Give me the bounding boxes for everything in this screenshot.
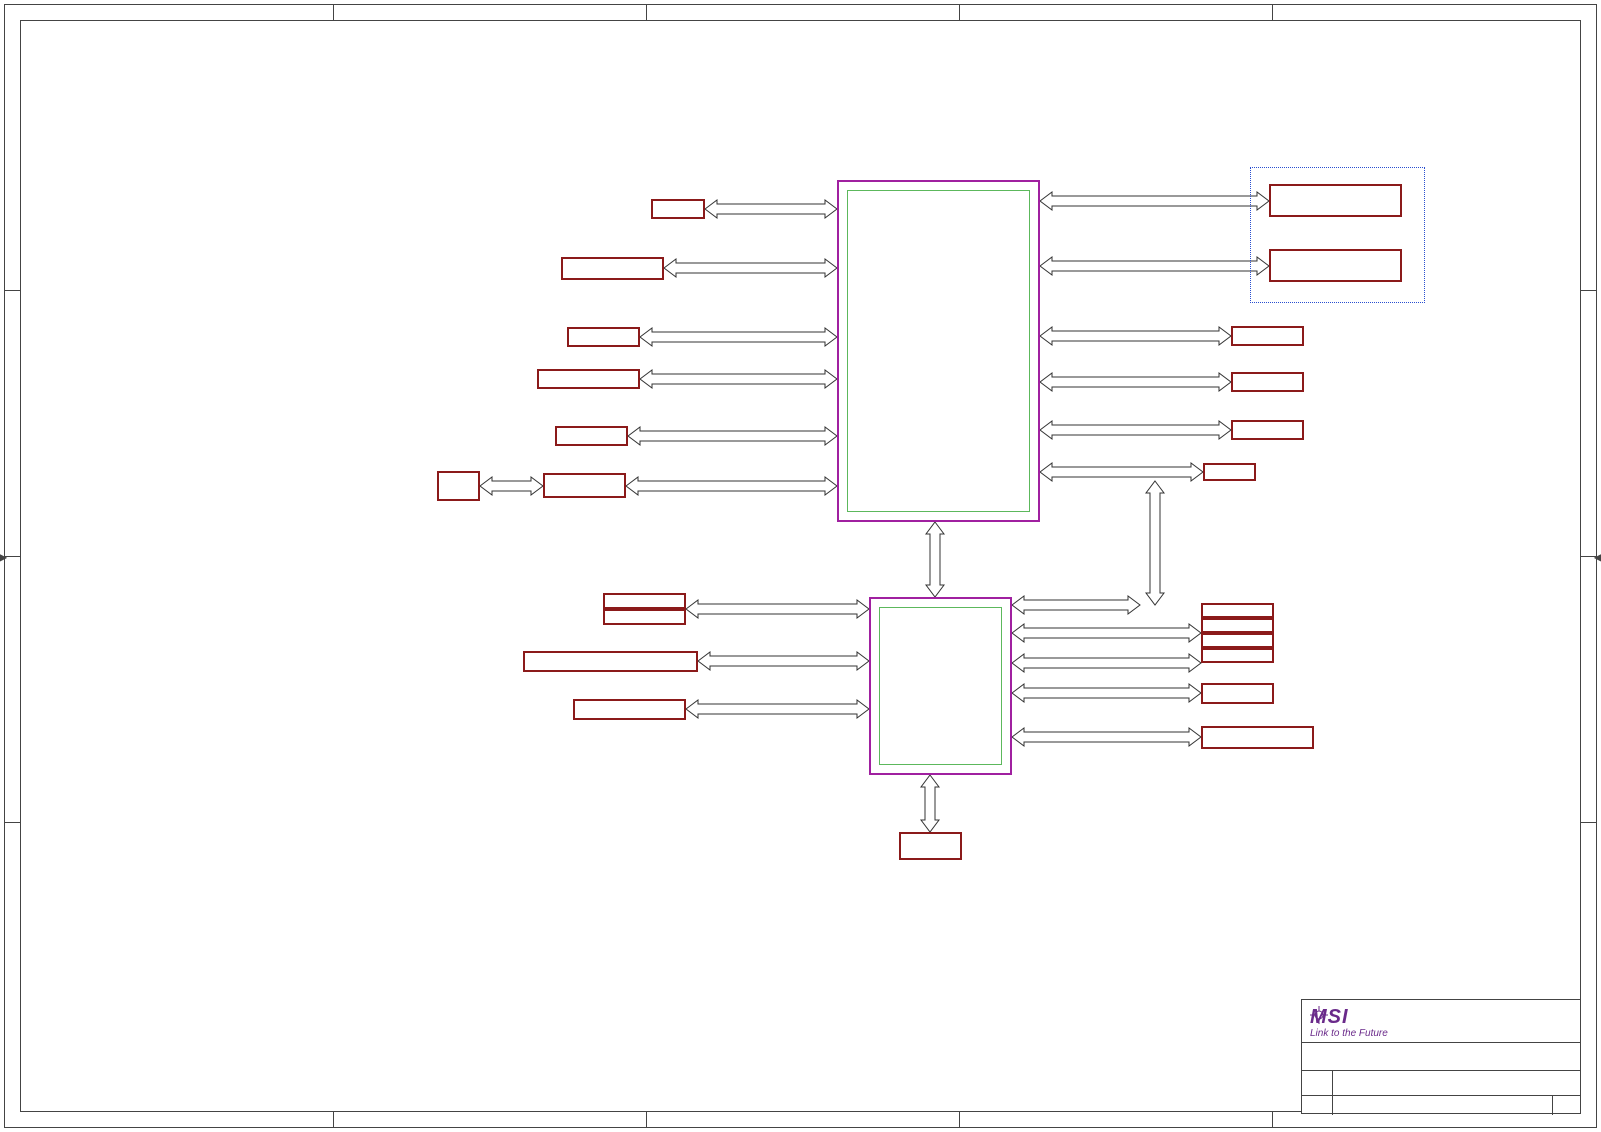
schematic-canvas: ▶ ◀ MSI Link to the Future: [0, 0, 1601, 1132]
box-l6b: [543, 473, 626, 498]
msi-logo: MSI: [1310, 1006, 1349, 1029]
bus-box-l6b-north-chip: [626, 477, 837, 495]
box-sr2: [1201, 683, 1274, 704]
box-sr1d: [1201, 648, 1274, 663]
bus-north-chip-box-r6: [1040, 463, 1203, 481]
south-chip: [869, 597, 1012, 775]
box-sl2: [523, 651, 698, 672]
bus-box-sl1a-south-chip: [686, 600, 869, 618]
box-sb: [899, 832, 962, 860]
bus-south-chip-box-sr-elbow: [1012, 596, 1140, 614]
box-l3: [567, 327, 640, 347]
box-r5: [1231, 420, 1304, 440]
box-r4: [1231, 372, 1304, 392]
bus-south-chip-box-sr2: [1012, 684, 1201, 702]
box-sl1b: [603, 609, 686, 625]
box-sr1c: [1201, 633, 1274, 648]
bus-north-chip-box-r4: [1040, 373, 1231, 391]
logo-tagline: Link to the Future: [1310, 1028, 1388, 1039]
box-r-slot1: [1269, 184, 1402, 217]
box-sl3: [573, 699, 686, 720]
bus-box-l6a-box-l6b: [480, 477, 543, 495]
box-r3: [1231, 326, 1304, 346]
bus-north-chip-box-r3: [1040, 327, 1231, 345]
box-sl1a: [603, 593, 686, 609]
box-r6: [1203, 463, 1256, 481]
box-l6a: [437, 471, 480, 501]
north-chip-die: [847, 190, 1030, 512]
bus-south-chip-box-sr1b: [1012, 654, 1201, 672]
box-sr1a: [1201, 603, 1274, 618]
bus-box-l1-north-chip: [705, 200, 837, 218]
title-block: MSI Link to the Future: [1301, 999, 1581, 1114]
bus-north-chip-box-r-slot1: [1040, 192, 1269, 210]
box-l1: [651, 199, 705, 219]
box-sr3: [1201, 726, 1314, 749]
bus-south-chip-box-sb: [921, 775, 939, 832]
bus-north-chip-box-r5: [1040, 421, 1231, 439]
msi-logo-icon: [1310, 1006, 1328, 1024]
box-l5: [555, 426, 628, 446]
bus-south-chip-box-sr1: [1012, 624, 1201, 642]
north-chip: [837, 180, 1040, 522]
bus-box-l4-north-chip: [640, 370, 837, 388]
bus-box-sl2-south-chip: [698, 652, 869, 670]
bus-north-chip-box-r-slot2: [1040, 257, 1269, 275]
bus-north-chip-south-chip: [926, 522, 944, 597]
bus-south-chip-box-sr-elbow-v: [1146, 481, 1164, 605]
box-l2: [561, 257, 664, 280]
box-sr1b: [1201, 618, 1274, 633]
bus-box-l5-north-chip: [628, 427, 837, 445]
box-r-slot2: [1269, 249, 1402, 282]
box-l4: [537, 369, 640, 389]
bus-box-sl3-south-chip: [686, 700, 869, 718]
bus-box-l2-north-chip: [664, 259, 837, 277]
south-chip-die: [879, 607, 1002, 765]
bus-box-l3-north-chip: [640, 328, 837, 346]
bus-south-chip-box-sr3: [1012, 728, 1201, 746]
